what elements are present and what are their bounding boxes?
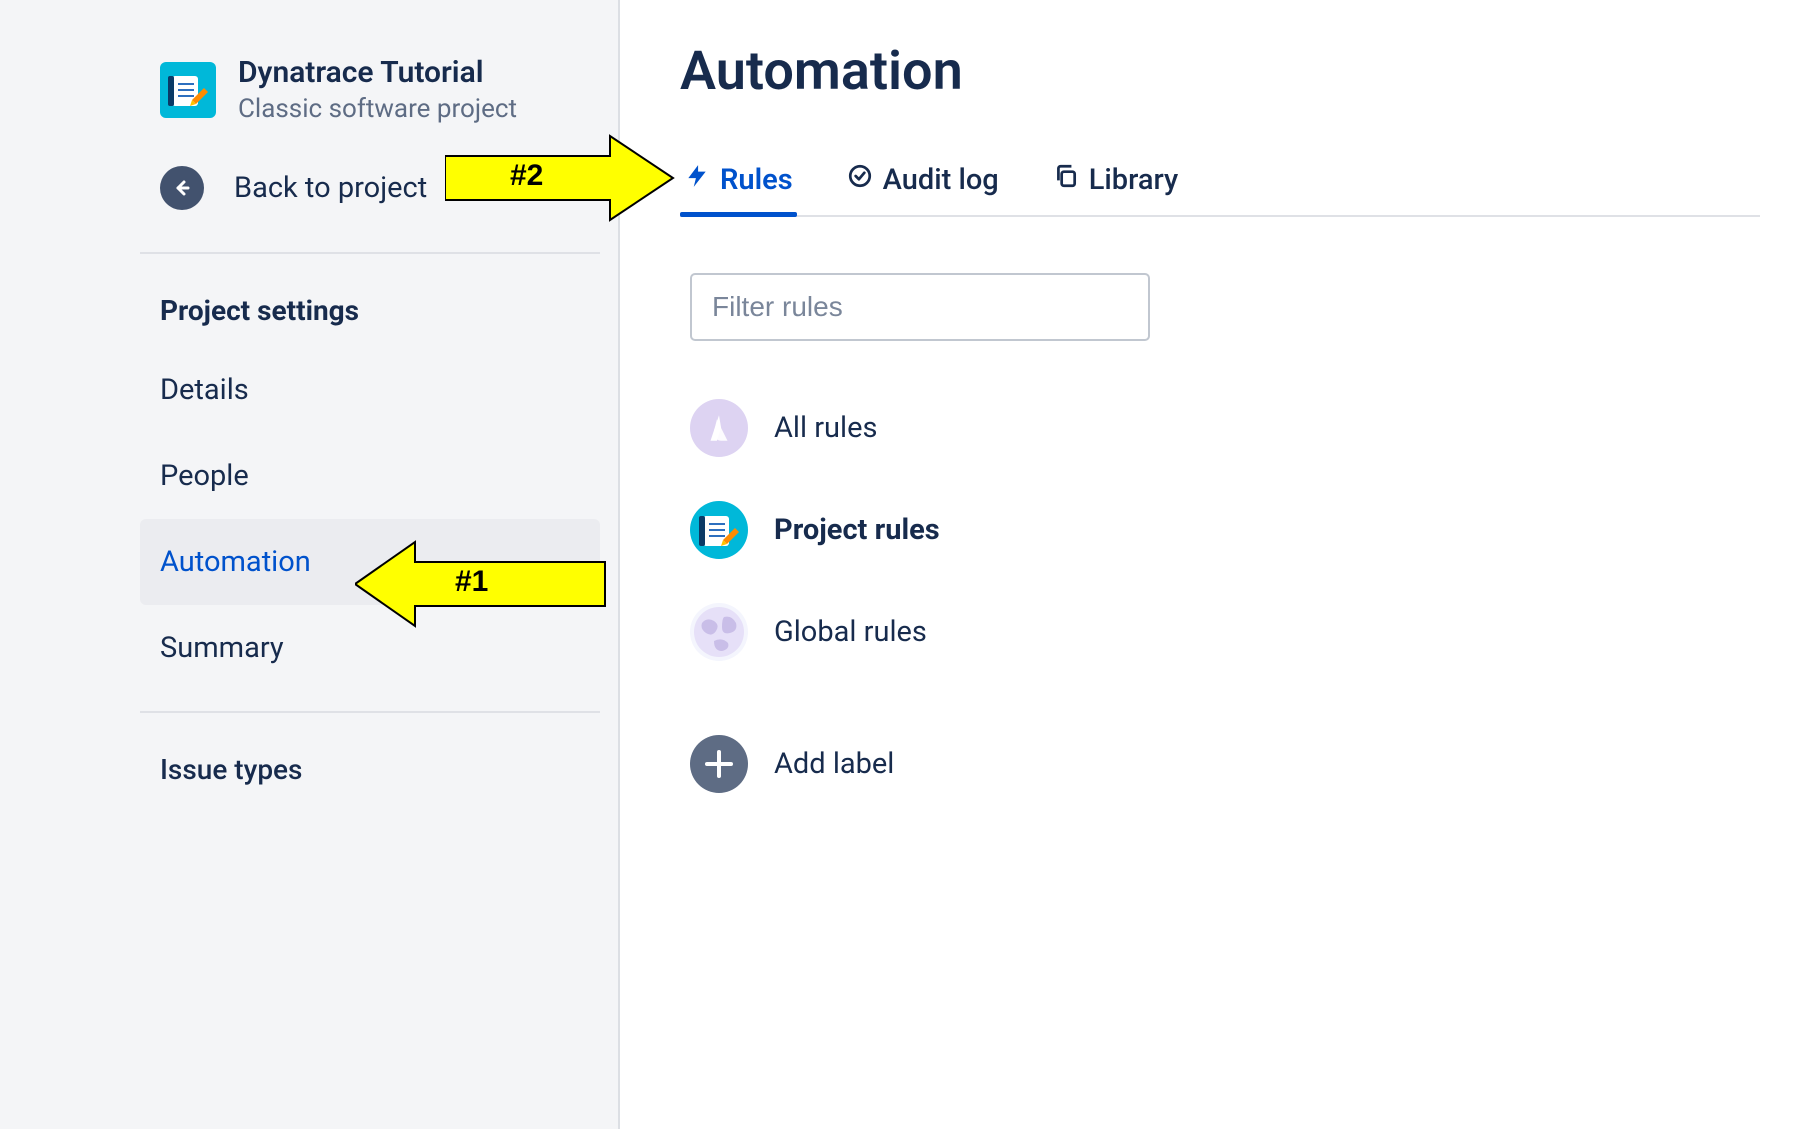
project-rules-icon — [690, 501, 748, 559]
rule-group-global-label: Global rules — [774, 615, 927, 649]
filter-rules-input[interactable] — [712, 291, 1128, 323]
add-label-text: Add label — [774, 747, 894, 781]
filter-rules-input-wrapper[interactable] — [690, 273, 1150, 341]
tab-bar: Rules Audit log Library — [680, 151, 1760, 217]
sidebar-item-details[interactable]: Details — [0, 347, 618, 433]
plus-icon — [690, 735, 748, 793]
page-title: Automation — [680, 40, 1760, 103]
globe-icon — [690, 603, 748, 661]
rule-group-all-label: All rules — [774, 411, 877, 445]
sidebar-item-summary[interactable]: Summary — [0, 605, 618, 691]
sidebar-item-automation[interactable]: Automation — [140, 519, 600, 605]
tab-rules[interactable]: Rules — [680, 151, 797, 215]
project-meta: Dynatrace Tutorial Classic software proj… — [238, 55, 517, 124]
copy-icon — [1053, 163, 1079, 197]
rule-group-project[interactable]: Project rules — [690, 479, 1760, 581]
tab-library-label: Library — [1089, 163, 1178, 197]
main-content: Automation Rules Audit log Library — [620, 0, 1800, 1129]
rule-group-list: All rules Project rules — [680, 377, 1760, 815]
project-type: Classic software project — [238, 94, 517, 124]
rule-group-all[interactable]: All rules — [690, 377, 1760, 479]
atlassian-icon — [690, 399, 748, 457]
project-sidebar: Dynatrace Tutorial Classic software proj… — [0, 0, 620, 1129]
project-avatar-icon — [160, 62, 216, 118]
back-label: Back to project — [234, 171, 427, 205]
sidebar-item-people[interactable]: People — [0, 433, 618, 519]
check-circle-icon — [847, 163, 873, 197]
back-arrow-icon — [160, 166, 204, 210]
rule-group-global[interactable]: Global rules — [690, 581, 1760, 683]
tab-audit-log[interactable]: Audit log — [843, 151, 1003, 215]
project-settings-heading: Project settings — [0, 254, 618, 347]
project-header: Dynatrace Tutorial Classic software proj… — [0, 55, 618, 124]
issue-types-heading[interactable]: Issue types — [0, 713, 618, 806]
add-label-button[interactable]: Add label — [690, 713, 1760, 815]
tab-library[interactable]: Library — [1049, 151, 1182, 215]
back-to-project-link[interactable]: Back to project — [0, 124, 618, 252]
tab-audit-log-label: Audit log — [883, 163, 999, 197]
rule-group-project-label: Project rules — [774, 513, 940, 547]
tab-rules-label: Rules — [720, 163, 793, 197]
lightning-icon — [684, 163, 710, 197]
project-name: Dynatrace Tutorial — [238, 55, 517, 90]
